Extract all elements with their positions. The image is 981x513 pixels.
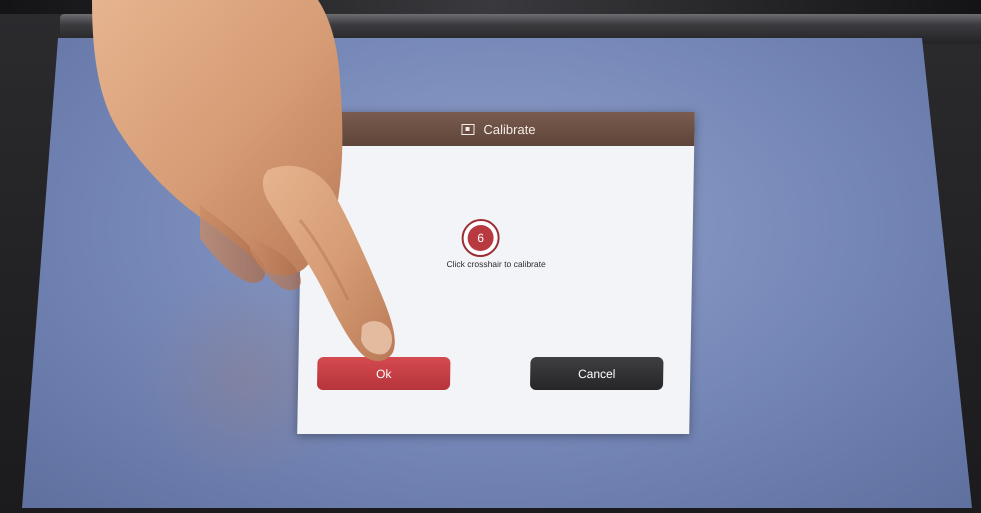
cancel-button[interactable]: Cancel xyxy=(529,357,664,390)
crosshair-number: 6 xyxy=(467,225,494,251)
calibration-crosshair[interactable]: 6 xyxy=(461,219,500,257)
calibrate-dialog: Calibrate 6 Click crosshair to calibrate… xyxy=(297,112,695,434)
calibrate-icon xyxy=(461,123,475,135)
ok-button[interactable]: Ok xyxy=(316,357,451,390)
dialog-title: Calibrate xyxy=(483,121,536,137)
calibration-instruction: Click crosshair to calibrate xyxy=(446,259,546,269)
photo-scene: Calibrate 6 Click crosshair to calibrate… xyxy=(0,0,981,513)
dialog-titlebar: Calibrate xyxy=(302,112,695,146)
